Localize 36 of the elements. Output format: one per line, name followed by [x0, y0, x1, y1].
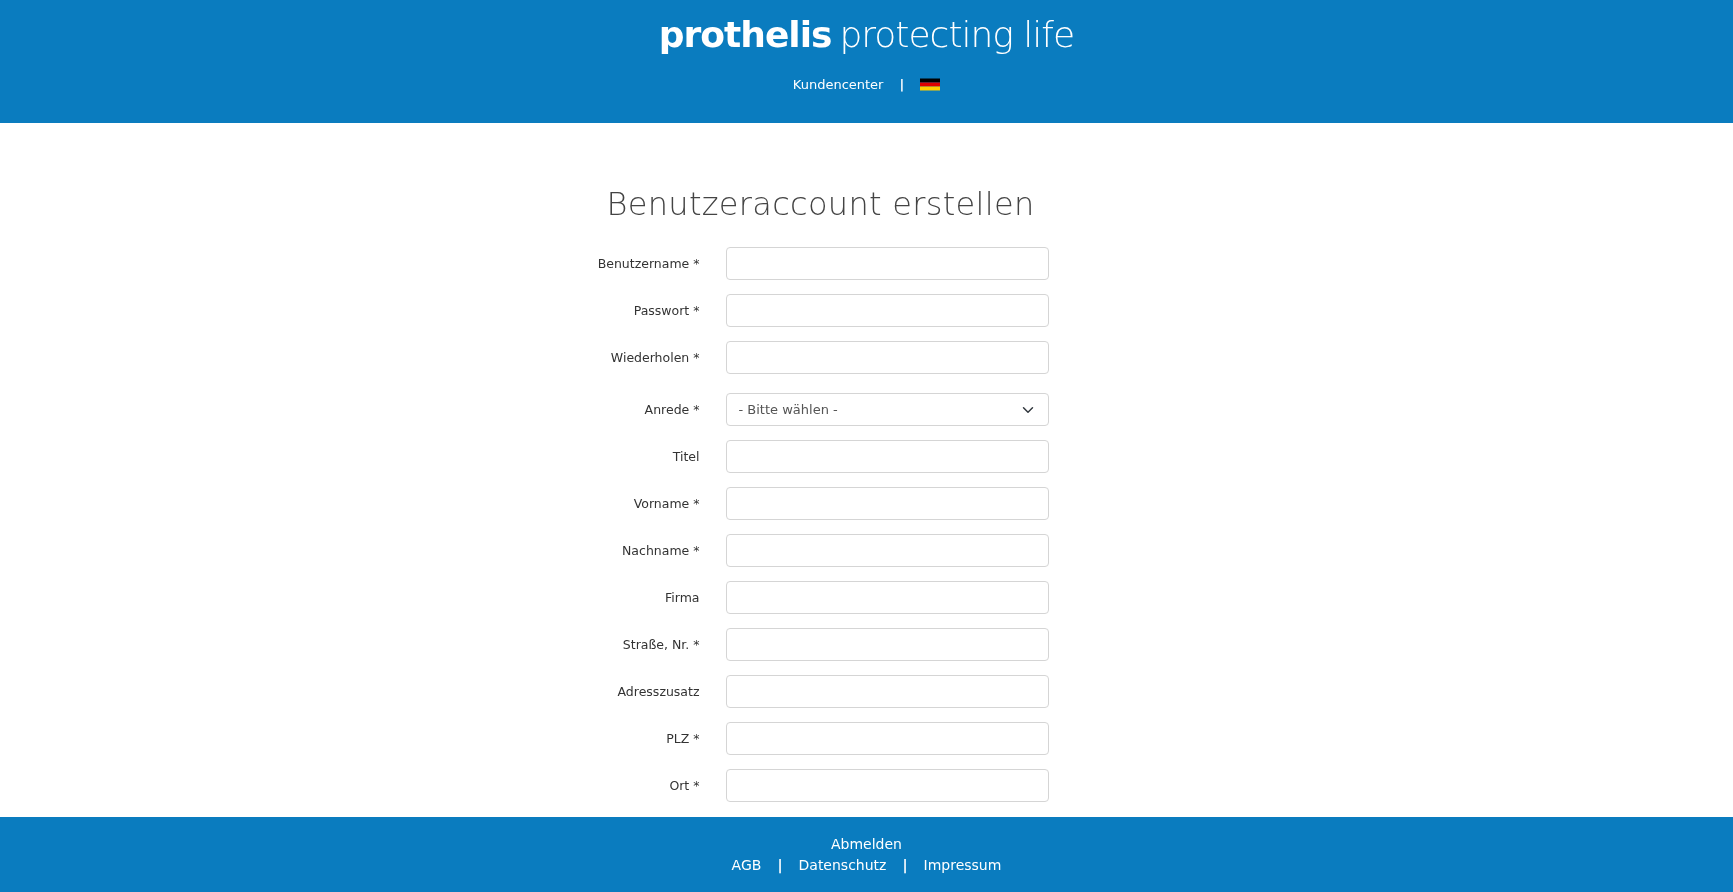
input-field[interactable] — [725, 440, 1049, 474]
field-label: Firma — [664, 588, 700, 607]
logo-tagline: protecting life — [839, 17, 1075, 53]
input-field[interactable] — [725, 581, 1049, 615]
input-field[interactable] — [725, 247, 1049, 281]
input-field[interactable] — [725, 769, 1049, 803]
footer-link[interactable]: Impressum — [923, 854, 1002, 876]
password-field[interactable] — [725, 294, 1049, 328]
separator: | — [899, 76, 905, 94]
password-field[interactable] — [725, 341, 1049, 375]
nav-link-text[interactable]: Kundencenter — [792, 75, 884, 95]
field-label: Titel — [671, 447, 700, 466]
logout-link[interactable]: Abmelden — [831, 833, 902, 855]
field-label: Straße, Nr. * — [621, 635, 700, 654]
footer-link[interactable]: Datenschutz — [798, 854, 887, 876]
logo-wordmark[interactable]: prothelis — [658, 17, 832, 53]
footer-link[interactable]: AGB — [731, 854, 762, 876]
field-label: Anrede * — [643, 400, 700, 419]
input-field[interactable] — [725, 722, 1049, 756]
field-label: Passwort * — [632, 301, 700, 320]
field-label: PLZ * — [665, 729, 700, 748]
field-label: Ort * — [668, 776, 700, 795]
field-label: Vorname * — [632, 494, 700, 513]
field-label: Adresszusatz — [616, 682, 700, 701]
german-flag-icon[interactable] — [920, 78, 941, 92]
page-title: Benutzeraccount erstellen — [606, 185, 1036, 224]
separator: | — [902, 855, 908, 876]
dropdown[interactable]: - Bitte wählen - — [725, 393, 1049, 427]
input-field[interactable] — [725, 675, 1049, 709]
field-label: Benutzername * — [596, 254, 700, 273]
input-field[interactable] — [725, 487, 1049, 521]
field-label: Wiederholen * — [609, 348, 700, 367]
separator: | — [777, 855, 783, 876]
input-field[interactable] — [725, 628, 1049, 662]
field-label: Nachname * — [621, 541, 700, 560]
input-field[interactable] — [725, 534, 1049, 568]
